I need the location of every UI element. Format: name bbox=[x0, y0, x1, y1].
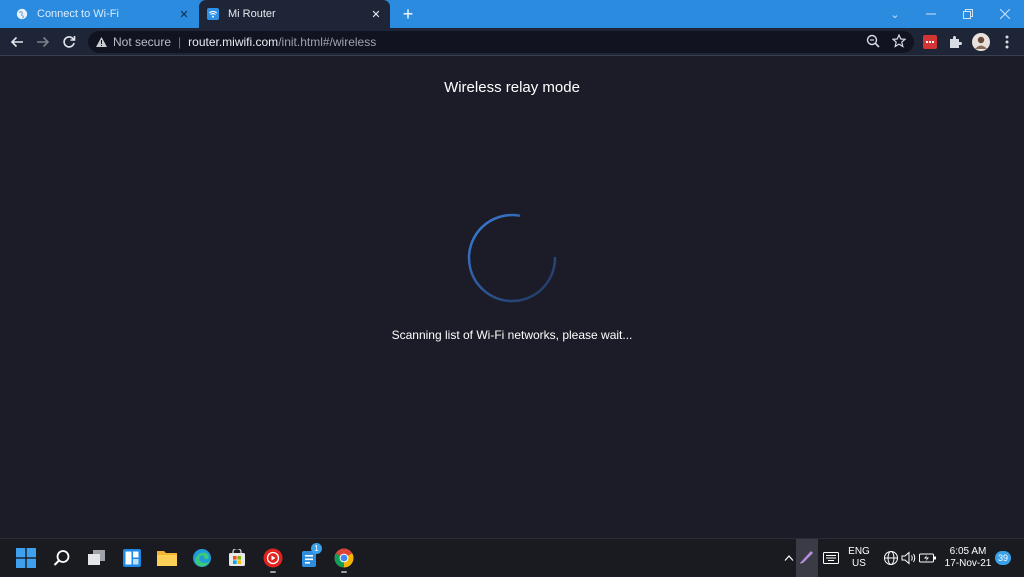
tab-title: Mi Router bbox=[228, 8, 276, 20]
page-content: Wireless relay mode Scanning list of Wi-… bbox=[0, 57, 1024, 538]
close-icon[interactable]: ✕ bbox=[368, 6, 384, 22]
scanning-status-text: Scanning list of Wi-Fi networks, please … bbox=[391, 328, 633, 342]
address-path: /init.html#/wireless bbox=[278, 35, 377, 49]
language-code: ENG bbox=[848, 546, 870, 557]
close-window-icon[interactable] bbox=[988, 0, 1022, 28]
windows-taskbar: 1 ENG US 6:05 AM 17-Nov-21 39 bbox=[0, 538, 1024, 577]
battery-icon[interactable] bbox=[917, 547, 939, 569]
omnibox-actions bbox=[866, 33, 907, 51]
reload-icon[interactable] bbox=[58, 31, 80, 53]
back-arrow-icon[interactable] bbox=[6, 31, 28, 53]
new-tab-button[interactable]: + bbox=[398, 4, 418, 24]
tab-title: Connect to Wi-Fi bbox=[37, 8, 119, 20]
profile-avatar-icon[interactable] bbox=[972, 33, 990, 51]
notification-count-badge[interactable]: 39 bbox=[995, 551, 1011, 565]
tab-connect-to-wifi[interactable]: Connect to Wi-Fi ✕ bbox=[8, 0, 198, 28]
youtube-music-icon[interactable] bbox=[262, 547, 284, 569]
page-title: Wireless relay mode bbox=[444, 79, 580, 96]
address-bar[interactable]: Not secure | router.miwifi.com /init.htm… bbox=[88, 31, 914, 53]
address-separator: | bbox=[178, 35, 182, 49]
not-secure-label[interactable]: Not secure bbox=[113, 35, 171, 49]
wifi-icon bbox=[207, 8, 219, 20]
loading-spinner bbox=[467, 213, 557, 303]
windows-start-icon[interactable] bbox=[15, 547, 37, 569]
running-indicator bbox=[270, 571, 276, 573]
address-host: router.miwifi.com bbox=[188, 35, 279, 49]
clock[interactable]: 6:05 AM 17-Nov-21 bbox=[942, 546, 994, 570]
clock-date: 17-Nov-21 bbox=[944, 558, 992, 569]
extensions-puzzle-icon[interactable] bbox=[946, 33, 964, 51]
bookmark-star-icon[interactable] bbox=[891, 33, 907, 51]
file-explorer-icon[interactable] bbox=[156, 547, 178, 569]
extension-red-icon[interactable] bbox=[921, 33, 939, 51]
search-icon[interactable] bbox=[51, 547, 73, 569]
store-badge: 1 bbox=[311, 543, 322, 554]
zoom-icon[interactable] bbox=[866, 34, 880, 51]
language-region: US bbox=[852, 558, 866, 569]
restore-icon[interactable] bbox=[951, 0, 985, 28]
task-view-icon[interactable] bbox=[86, 547, 108, 569]
tab-mi-router[interactable]: Mi Router ✕ bbox=[199, 0, 390, 28]
widgets-icon[interactable] bbox=[121, 547, 143, 569]
input-language[interactable]: ENG US bbox=[845, 546, 873, 570]
microsoft-store-icon[interactable] bbox=[226, 547, 248, 569]
pen-tray-highlight[interactable] bbox=[796, 539, 818, 577]
tab-strip: Connect to Wi-Fi ✕ Mi Router ✕ + ⌄ bbox=[0, 0, 1024, 28]
browser-toolbar: Not secure | router.miwifi.com /init.htm… bbox=[0, 28, 1024, 56]
menu-dots-icon[interactable] bbox=[998, 33, 1016, 51]
clock-time: 6:05 AM bbox=[949, 546, 987, 557]
forward-arrow-icon[interactable] bbox=[32, 31, 54, 53]
chrome-browser-icon[interactable] bbox=[333, 547, 355, 569]
chevron-down-icon[interactable]: ⌄ bbox=[878, 0, 912, 28]
close-icon[interactable]: ✕ bbox=[176, 6, 192, 22]
warning-icon[interactable] bbox=[96, 37, 107, 47]
minimize-icon[interactable] bbox=[914, 0, 948, 28]
globe-icon bbox=[16, 8, 28, 20]
keyboard-icon[interactable] bbox=[820, 547, 842, 569]
pen-icon bbox=[799, 548, 815, 569]
running-indicator bbox=[341, 571, 347, 573]
edge-browser-icon[interactable] bbox=[191, 547, 213, 569]
